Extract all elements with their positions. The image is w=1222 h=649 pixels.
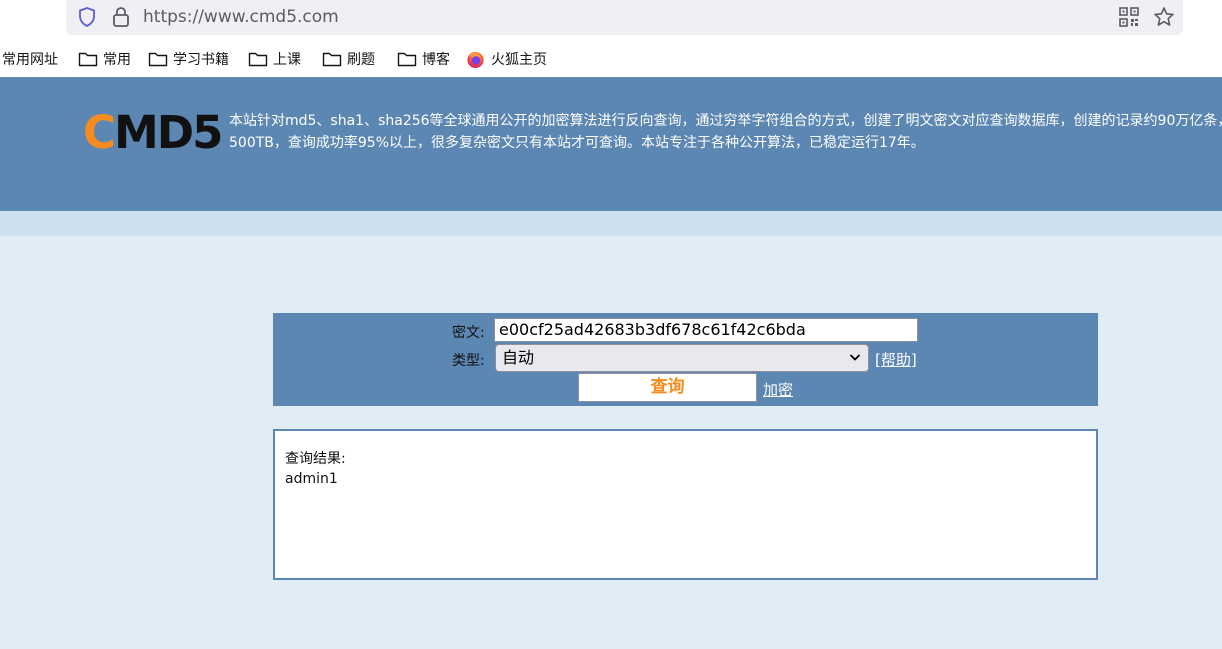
bookmark-common-sites[interactable]: 常用网址	[2, 49, 58, 69]
query-button[interactable]: 查询	[578, 373, 757, 402]
type-select[interactable]: 自动	[495, 344, 869, 372]
cmd5-logo[interactable]: CMD5	[83, 108, 223, 158]
bookmark-label: 博客	[422, 52, 450, 68]
help-link[interactable]: [帮助]	[875, 349, 917, 370]
browser-toolbar: https://www.cmd5.com	[0, 0, 1222, 40]
bookmarks-bar: 常用网址 常用 学习书籍 上课 刷题 博客 火狐主页	[0, 40, 1222, 77]
header-divider-strip	[0, 211, 1222, 236]
bookmark-label: 上课	[273, 52, 301, 68]
star-icon[interactable]	[1152, 5, 1176, 29]
folder-icon	[248, 52, 268, 67]
type-select-value: 自动	[502, 348, 535, 367]
folder-icon	[78, 52, 98, 67]
result-title: 查询结果:	[285, 451, 346, 467]
bookmark-folder-exercises[interactable]: 刷题	[322, 49, 375, 69]
bookmark-folder-blog[interactable]: 博客	[397, 49, 450, 69]
lock-icon[interactable]	[110, 5, 132, 29]
bookmark-label: 火狐主页	[491, 52, 547, 68]
qr-code-icon[interactable]	[1118, 6, 1140, 28]
shield-icon[interactable]	[76, 6, 98, 28]
type-label: 类型:	[452, 353, 485, 369]
bookmark-folder-books[interactable]: 学习书籍	[148, 49, 229, 69]
bookmark-label: 常用	[103, 52, 131, 68]
cipher-label: 密文:	[452, 325, 485, 341]
chevron-down-icon	[849, 354, 861, 361]
site-header: CMD5 本站针对md5、sha1、sha256等全球通用公开的加密算法进行反向…	[0, 77, 1222, 211]
site-intro: 本站针对md5、sha1、sha256等全球通用公开的加密算法进行反向查询，通过…	[229, 113, 1222, 151]
bookmark-folder-common[interactable]: 常用	[78, 49, 131, 69]
address-bar[interactable]: https://www.cmd5.com	[66, 0, 1183, 35]
cipher-input[interactable]: e00cf25ad42683b3df678c61f42c6bda	[494, 318, 918, 342]
folder-icon	[397, 52, 417, 67]
bookmark-label: 学习书籍	[173, 52, 229, 68]
query-result-box: 查询结果: admin1	[273, 429, 1098, 580]
bookmark-label: 刷题	[347, 52, 375, 68]
firefox-icon	[467, 51, 484, 68]
result-value: admin1	[285, 471, 338, 487]
url-text[interactable]: https://www.cmd5.com	[143, 7, 339, 27]
bookmark-label: 常用网址	[2, 52, 58, 68]
folder-icon	[322, 52, 342, 67]
bookmark-firefox-home[interactable]: 火狐主页	[466, 49, 547, 69]
encrypt-link[interactable]: 加密	[763, 379, 793, 400]
folder-icon	[148, 52, 168, 67]
query-form: 密文: e00cf25ad42683b3df678c61f42c6bda 类型:…	[273, 313, 1098, 406]
bookmark-folder-class[interactable]: 上课	[248, 49, 301, 69]
